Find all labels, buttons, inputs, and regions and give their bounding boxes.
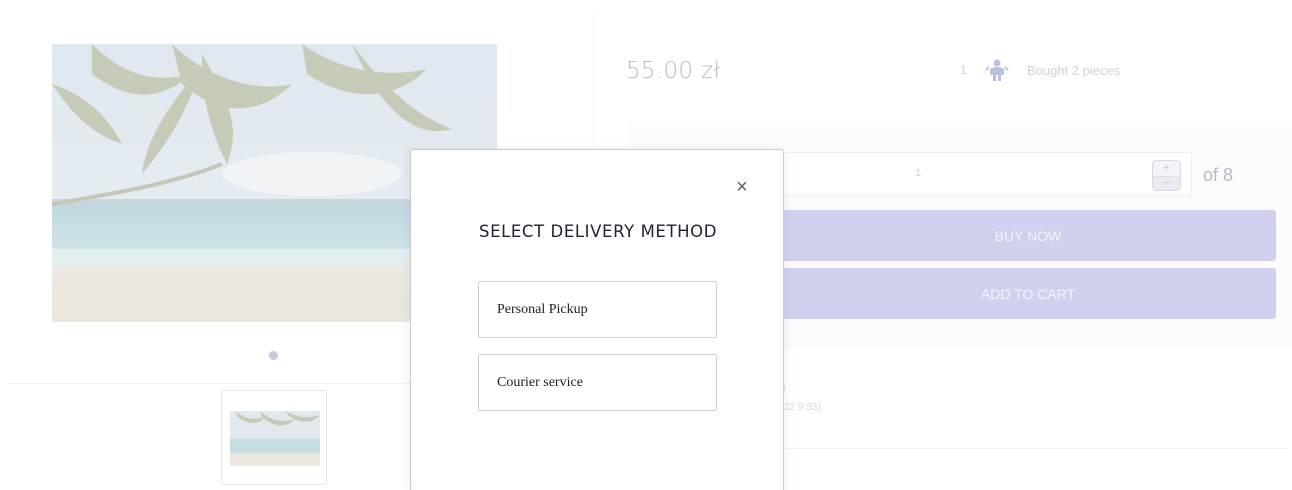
bought-pieces-text: Bought 2 pieces [1027, 63, 1121, 78]
buyers-icon [985, 59, 1009, 81]
product-thumbnail[interactable] [221, 390, 327, 485]
sold-count: 1 [960, 63, 967, 77]
delivery-option-courier-service[interactable]: Courier service [478, 354, 717, 411]
delivery-option-personal-pickup[interactable]: Personal Pickup [478, 281, 717, 338]
quantity-decrease-button[interactable]: − [1153, 176, 1180, 190]
quantity-input[interactable] [780, 152, 1192, 196]
quantity-max-label: of 8 [1203, 165, 1234, 185]
beach-palm-thumbnail [230, 411, 320, 466]
carousel-dot[interactable] [269, 351, 278, 360]
add-to-cart-button[interactable]: Add to cart [780, 268, 1276, 319]
delivery-method-modal: × SELECT DELIVERY METHOD Personal Pickup… [410, 149, 784, 490]
buy-now-button[interactable]: Buy now [780, 210, 1276, 261]
quantity-stepper[interactable]: + − [1152, 160, 1181, 191]
product-price: 55.00 zł [626, 58, 721, 84]
quantity-value: 1 [915, 167, 922, 179]
info-date: 22 9:33) [784, 402, 821, 413]
modal-title: SELECT DELIVERY METHOD [479, 222, 718, 241]
info-divider [700, 448, 1288, 449]
quantity-increase-button[interactable]: + [1153, 161, 1180, 176]
close-icon[interactable]: × [733, 176, 751, 198]
